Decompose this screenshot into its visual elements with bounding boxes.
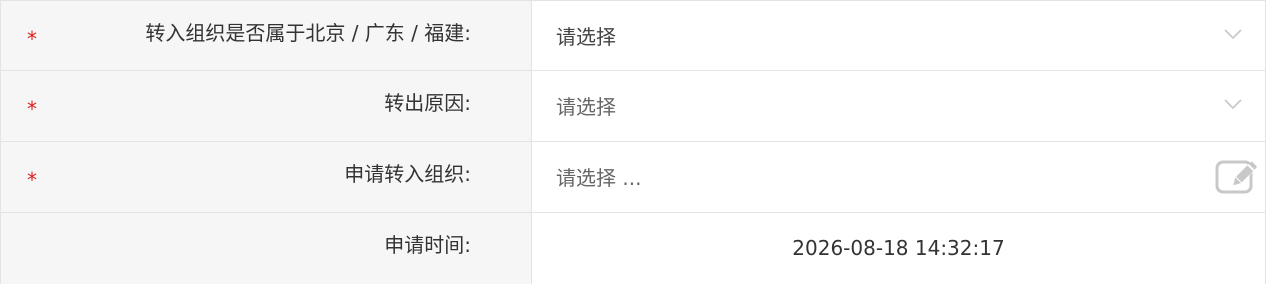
label-cell: 申请时间: xyxy=(1,213,532,284)
form-row-target-organization: * 申请转入组织: 请选择 ... xyxy=(1,142,1265,213)
target-region-select-value: 请选择 xyxy=(556,25,616,49)
transfer-reason-select[interactable]: 请选择 xyxy=(532,71,1265,141)
form-row-target-region: * 转入组织是否属于北京 / 广东 / 福建: 请选择 xyxy=(1,0,1265,71)
chevron-down-icon[interactable] xyxy=(1223,27,1243,41)
label-cell: * 申请转入组织: xyxy=(1,142,532,212)
transfer-reason-label: 转出原因: xyxy=(384,91,471,115)
target-region-select[interactable]: 请选择 xyxy=(532,1,1265,70)
required-mark: * xyxy=(27,97,37,121)
transfer-reason-select-value: 请选择 xyxy=(556,95,616,119)
target-organization-picker-value: 请选择 ... xyxy=(556,166,642,190)
target-region-label: 转入组织是否属于北京 / 广东 / 福建: xyxy=(145,21,471,45)
target-organization-label: 申请转入组织: xyxy=(344,162,471,186)
application-time-label: 申请时间: xyxy=(384,233,471,257)
application-time-cell: 2026-08-18 14:32:17 xyxy=(532,213,1265,284)
chevron-down-icon[interactable] xyxy=(1223,97,1243,111)
transfer-application-form: * 转入组织是否属于北京 / 广东 / 福建: 请选择 * 转出原因: 请选择 … xyxy=(0,0,1266,284)
target-organization-picker[interactable]: 请选择 ... xyxy=(532,142,1265,212)
form-row-transfer-reason: * 转出原因: 请选择 xyxy=(1,71,1265,142)
form-row-application-time: 申请时间: 2026-08-18 14:32:17 xyxy=(1,213,1265,284)
edit-icon[interactable] xyxy=(1213,156,1261,196)
label-cell: * 转入组织是否属于北京 / 广东 / 福建: xyxy=(1,1,532,70)
required-mark: * xyxy=(27,27,37,51)
required-mark: * xyxy=(27,168,37,192)
label-cell: * 转出原因: xyxy=(1,71,532,141)
application-time-value: 2026-08-18 14:32:17 xyxy=(792,236,1005,260)
